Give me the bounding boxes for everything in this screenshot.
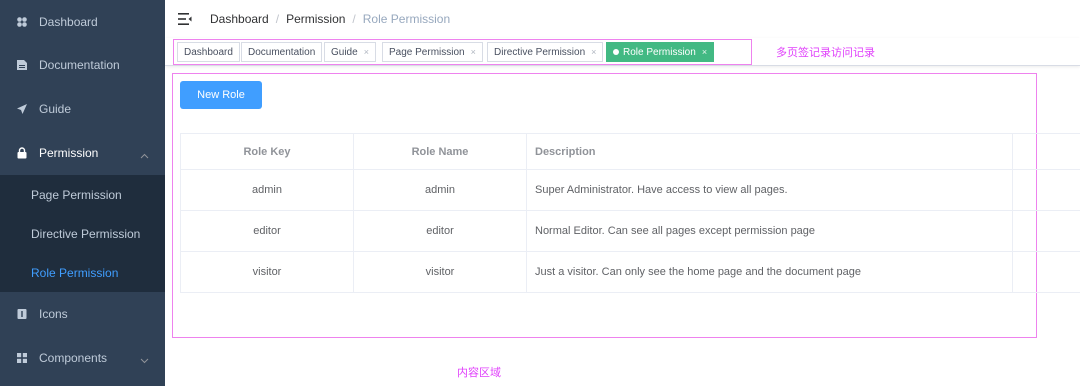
table-cell-operations: [1013, 252, 1080, 292]
new-role-button[interactable]: New Role: [180, 81, 262, 109]
table-header-role-key: Role Key: [181, 134, 354, 169]
sidebar-item-label: Permission: [39, 146, 99, 160]
navbar: Dashboard / Permission / Role Permission: [165, 0, 1080, 38]
table-cell-operations: [1013, 211, 1080, 251]
sidebar-item-permission[interactable]: Permission: [0, 131, 165, 175]
table-cell-role-key: editor: [181, 211, 354, 251]
sidebar-item-documentation[interactable]: Documentation: [0, 43, 165, 87]
sidebar-item-label: Dashboard: [39, 14, 98, 29]
sidebar-subitem-label: Role Permission: [31, 265, 119, 280]
annotation-label-tags-view: 多页签记录访问记录: [776, 47, 875, 59]
table-header-row: Role Key Role Name Description: [181, 134, 1080, 170]
sidebar-item-guide[interactable]: Guide: [0, 87, 165, 131]
chevron-up-icon: [140, 149, 149, 163]
table-row: editor editor Normal Editor. Can see all…: [181, 211, 1080, 252]
components-icon: [16, 352, 28, 364]
icons-icon: [16, 308, 28, 320]
annotation-label-content: 内容区域: [457, 367, 501, 379]
sidebar-subitem-role-permission[interactable]: Role Permission: [0, 253, 165, 292]
sidebar-item-icons[interactable]: Icons: [0, 292, 165, 336]
table-cell-description: Normal Editor. Can see all pages except …: [527, 211, 1013, 251]
table-cell-role-name: editor: [354, 211, 527, 251]
breadcrumb-item-permission[interactable]: Permission: [286, 12, 345, 26]
table-cell-description: Super Administrator. Have access to view…: [527, 170, 1013, 210]
table-header-description: Description: [527, 134, 1013, 169]
sidebar-item-components[interactable]: Components: [0, 336, 165, 380]
table-cell-role-key: admin: [181, 170, 354, 210]
sidebar-item-label: Components: [39, 351, 108, 365]
table-cell-operations: [1013, 170, 1080, 210]
roles-table: Role Key Role Name Description admin adm…: [180, 133, 1080, 293]
table-header-operations: [1013, 134, 1080, 169]
hamburger-icon[interactable]: [178, 13, 192, 25]
documentation-icon: [16, 59, 28, 71]
sidebar-item-dashboard[interactable]: Dashboard: [0, 0, 165, 43]
table-row: visitor visitor Just a visitor. Can only…: [181, 252, 1080, 293]
sidebar-item-label: Icons: [39, 307, 68, 321]
sidebar-subitem-label: Page Permission: [31, 187, 122, 202]
table-row: admin admin Super Administrator. Have ac…: [181, 170, 1080, 211]
breadcrumb-item-current: Role Permission: [362, 12, 451, 26]
lock-icon: [16, 147, 28, 159]
breadcrumb: Dashboard / Permission / Role Permission: [210, 12, 450, 26]
table-cell-role-name: visitor: [354, 252, 527, 292]
guide-icon: [16, 103, 28, 115]
sidebar-item-label: Documentation: [39, 58, 120, 72]
dashboard-icon: [16, 16, 28, 28]
breadcrumb-separator: /: [352, 12, 356, 26]
breadcrumb-item-dashboard[interactable]: Dashboard: [210, 12, 269, 26]
sidebar-submenu-permission: Page Permission Directive Permission Rol…: [0, 175, 165, 292]
annotation-box-tags-view: [173, 39, 752, 65]
sidebar-subitem-directive-permission[interactable]: Directive Permission: [0, 214, 165, 253]
table-cell-role-name: admin: [354, 170, 527, 210]
sidebar-subitem-page-permission[interactable]: Page Permission: [0, 175, 165, 214]
table-cell-description: Just a visitor. Can only see the home pa…: [527, 252, 1013, 292]
sidebar-subitem-label: Directive Permission: [31, 226, 141, 241]
sidebar-item-label: Guide: [39, 102, 72, 116]
chevron-down-icon: [140, 354, 149, 368]
breadcrumb-separator: /: [275, 12, 280, 26]
sidebar: Dashboard Documentation Guide Permission…: [0, 0, 165, 386]
table-header-role-name: Role Name: [354, 134, 527, 169]
table-cell-role-key: visitor: [181, 252, 354, 292]
